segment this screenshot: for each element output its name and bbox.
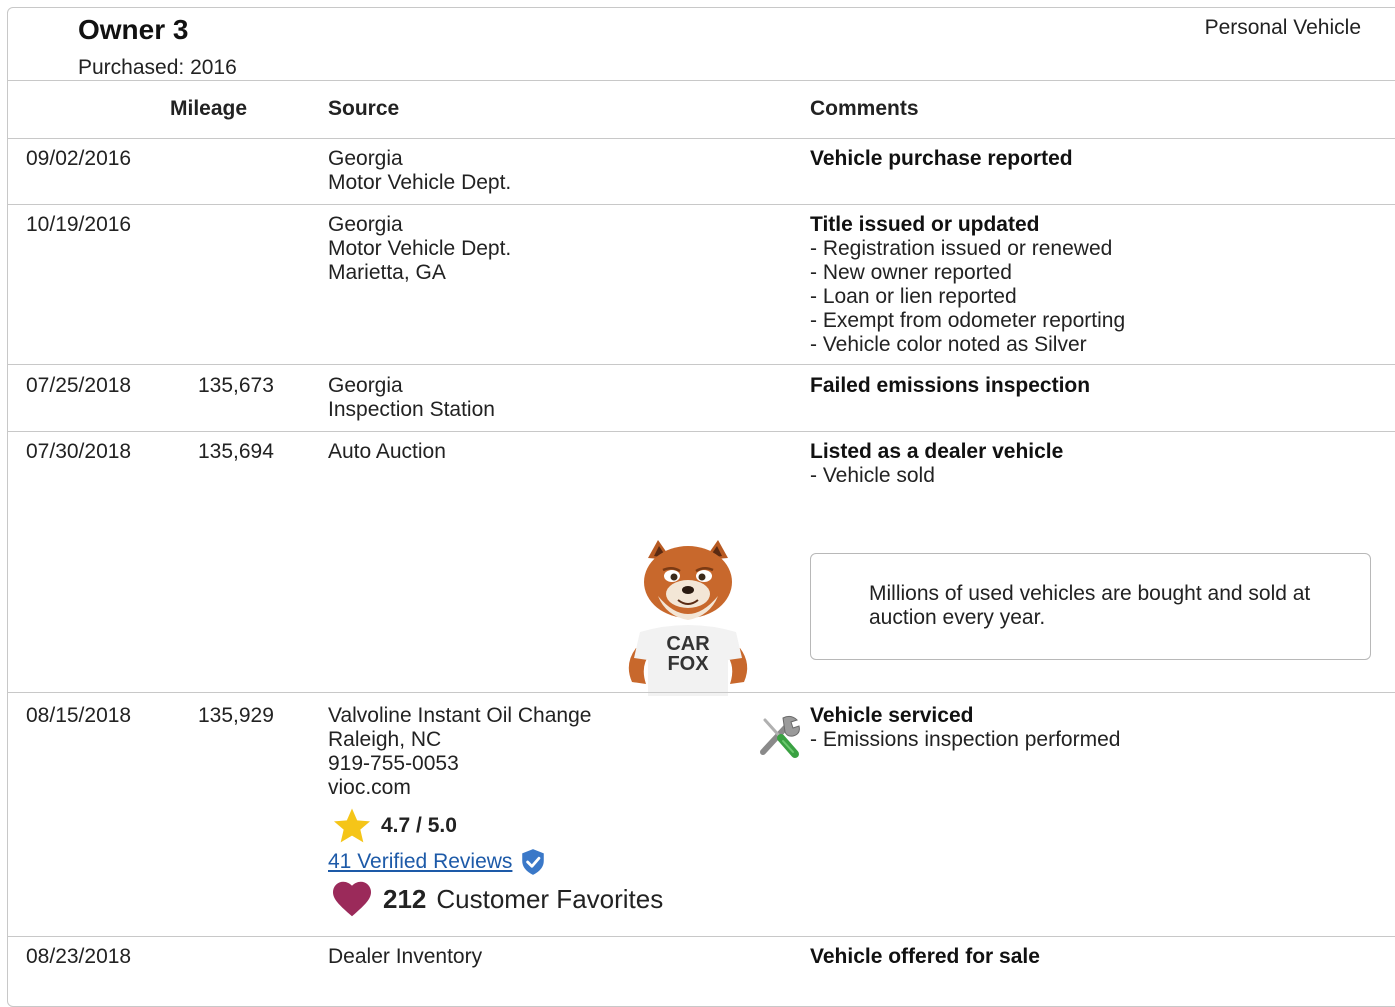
mascot-shirt-text: FOX bbox=[667, 653, 709, 675]
record-comments: Listed as a dealer vehicle - Vehicle sol… bbox=[810, 440, 1063, 488]
owner-title: Owner 3 bbox=[78, 14, 189, 45]
comment-title: Vehicle offered for sale bbox=[810, 945, 1040, 968]
callout-text: Millions of used vehicles are bought and… bbox=[869, 582, 1311, 629]
comment-title: Vehicle serviced bbox=[810, 704, 974, 727]
record-source: Valvoline Instant Oil Change Raleigh, NC… bbox=[328, 704, 591, 800]
customer-favorites: 212 Customer Favorites bbox=[331, 880, 663, 918]
comment-detail: - Loan or lien reported bbox=[810, 285, 1017, 308]
record-source: Georgia Inspection Station bbox=[328, 374, 495, 422]
vehicle-type-label: Personal Vehicle bbox=[1204, 16, 1361, 39]
source-line: Valvoline Instant Oil Change bbox=[328, 704, 592, 727]
comment-title: Title issued or updated bbox=[810, 213, 1040, 236]
record-source: Dealer Inventory bbox=[328, 945, 482, 969]
source-line: Marietta, GA bbox=[328, 261, 446, 284]
record-date: 08/15/2018 bbox=[26, 704, 132, 727]
rating-value: 4.7 / 5.0 bbox=[381, 814, 457, 837]
comment-title: Listed as a dealer vehicle bbox=[810, 440, 1064, 463]
comment-title: Vehicle purchase reported bbox=[810, 147, 1073, 170]
mascot-shirt-text: CAR bbox=[666, 633, 710, 655]
comment-detail: - Registration issued or renewed bbox=[810, 237, 1113, 260]
comment-detail: - Emissions inspection performed bbox=[810, 728, 1121, 751]
source-line: Motor Vehicle Dept. bbox=[328, 171, 512, 194]
favorites-label: Customer Favorites bbox=[436, 883, 664, 914]
record-date: 07/25/2018 bbox=[26, 374, 132, 397]
source-line: Auto Auction bbox=[328, 440, 446, 463]
record-date: 08/23/2018 bbox=[26, 945, 132, 968]
record-comments: Vehicle offered for sale bbox=[810, 945, 1040, 969]
verified-reviews-link[interactable]: 41 Verified Reviews bbox=[328, 850, 512, 874]
record-mileage: 135,673 bbox=[198, 374, 274, 397]
record-date: 10/19/2016 bbox=[26, 213, 132, 236]
service-rating: 4.7 / 5.0 bbox=[331, 806, 457, 846]
favorites-count: 212 bbox=[383, 883, 427, 914]
record-comments: Title issued or updated - Registration i… bbox=[810, 213, 1125, 357]
column-header-mileage: Mileage bbox=[170, 97, 248, 120]
divider bbox=[8, 138, 1395, 139]
comment-detail: - New owner reported bbox=[810, 261, 1012, 284]
star-icon bbox=[334, 808, 370, 843]
record-comments: Vehicle purchase reported bbox=[810, 147, 1073, 171]
verified-shield-icon bbox=[522, 849, 545, 875]
divider bbox=[8, 936, 1395, 937]
comment-detail: - Exempt from odometer reporting bbox=[810, 309, 1126, 332]
column-header-comments: Comments bbox=[810, 97, 919, 120]
auction-info-callout: Millions of used vehicles are bought and… bbox=[810, 553, 1371, 660]
divider bbox=[8, 692, 1395, 693]
divider bbox=[8, 364, 1395, 365]
source-line: Raleigh, NC bbox=[328, 728, 442, 751]
divider bbox=[8, 80, 1395, 81]
divider bbox=[8, 431, 1395, 432]
source-line: vioc.com bbox=[328, 776, 411, 799]
comment-detail: - Vehicle color noted as Silver bbox=[810, 333, 1087, 356]
source-line: 919-755-0053 bbox=[328, 752, 459, 775]
comment-detail: - Vehicle sold bbox=[810, 464, 935, 487]
purchased-year: Purchased: 2016 bbox=[78, 56, 237, 79]
heart-icon bbox=[333, 881, 371, 917]
record-source: Auto Auction bbox=[328, 440, 446, 464]
carfox-mascot: CAR FOX bbox=[628, 540, 748, 696]
record-source: Georgia Motor Vehicle Dept. bbox=[328, 147, 511, 195]
divider bbox=[8, 204, 1395, 205]
source-line: Motor Vehicle Dept. bbox=[328, 237, 512, 260]
source-line: Georgia bbox=[328, 374, 403, 397]
source-line: Dealer Inventory bbox=[328, 945, 483, 968]
source-line: Inspection Station bbox=[328, 398, 495, 421]
comment-title: Failed emissions inspection bbox=[810, 374, 1091, 397]
record-date: 07/30/2018 bbox=[26, 440, 132, 463]
column-header-source: Source bbox=[328, 97, 400, 120]
source-line: Georgia bbox=[328, 147, 403, 170]
history-card bbox=[7, 7, 1395, 1007]
record-comments: Vehicle serviced - Emissions inspection … bbox=[810, 704, 1120, 752]
verified-reviews: 41 Verified Reviews bbox=[328, 848, 546, 876]
record-mileage: 135,694 bbox=[198, 440, 274, 463]
record-comments: Failed emissions inspection bbox=[810, 374, 1090, 398]
record-source: Georgia Motor Vehicle Dept. Marietta, GA bbox=[328, 213, 511, 285]
record-mileage: 135,929 bbox=[198, 704, 274, 727]
record-date: 09/02/2016 bbox=[26, 147, 132, 170]
source-line: Georgia bbox=[328, 213, 403, 236]
wrench-screwdriver-icon bbox=[760, 715, 800, 758]
